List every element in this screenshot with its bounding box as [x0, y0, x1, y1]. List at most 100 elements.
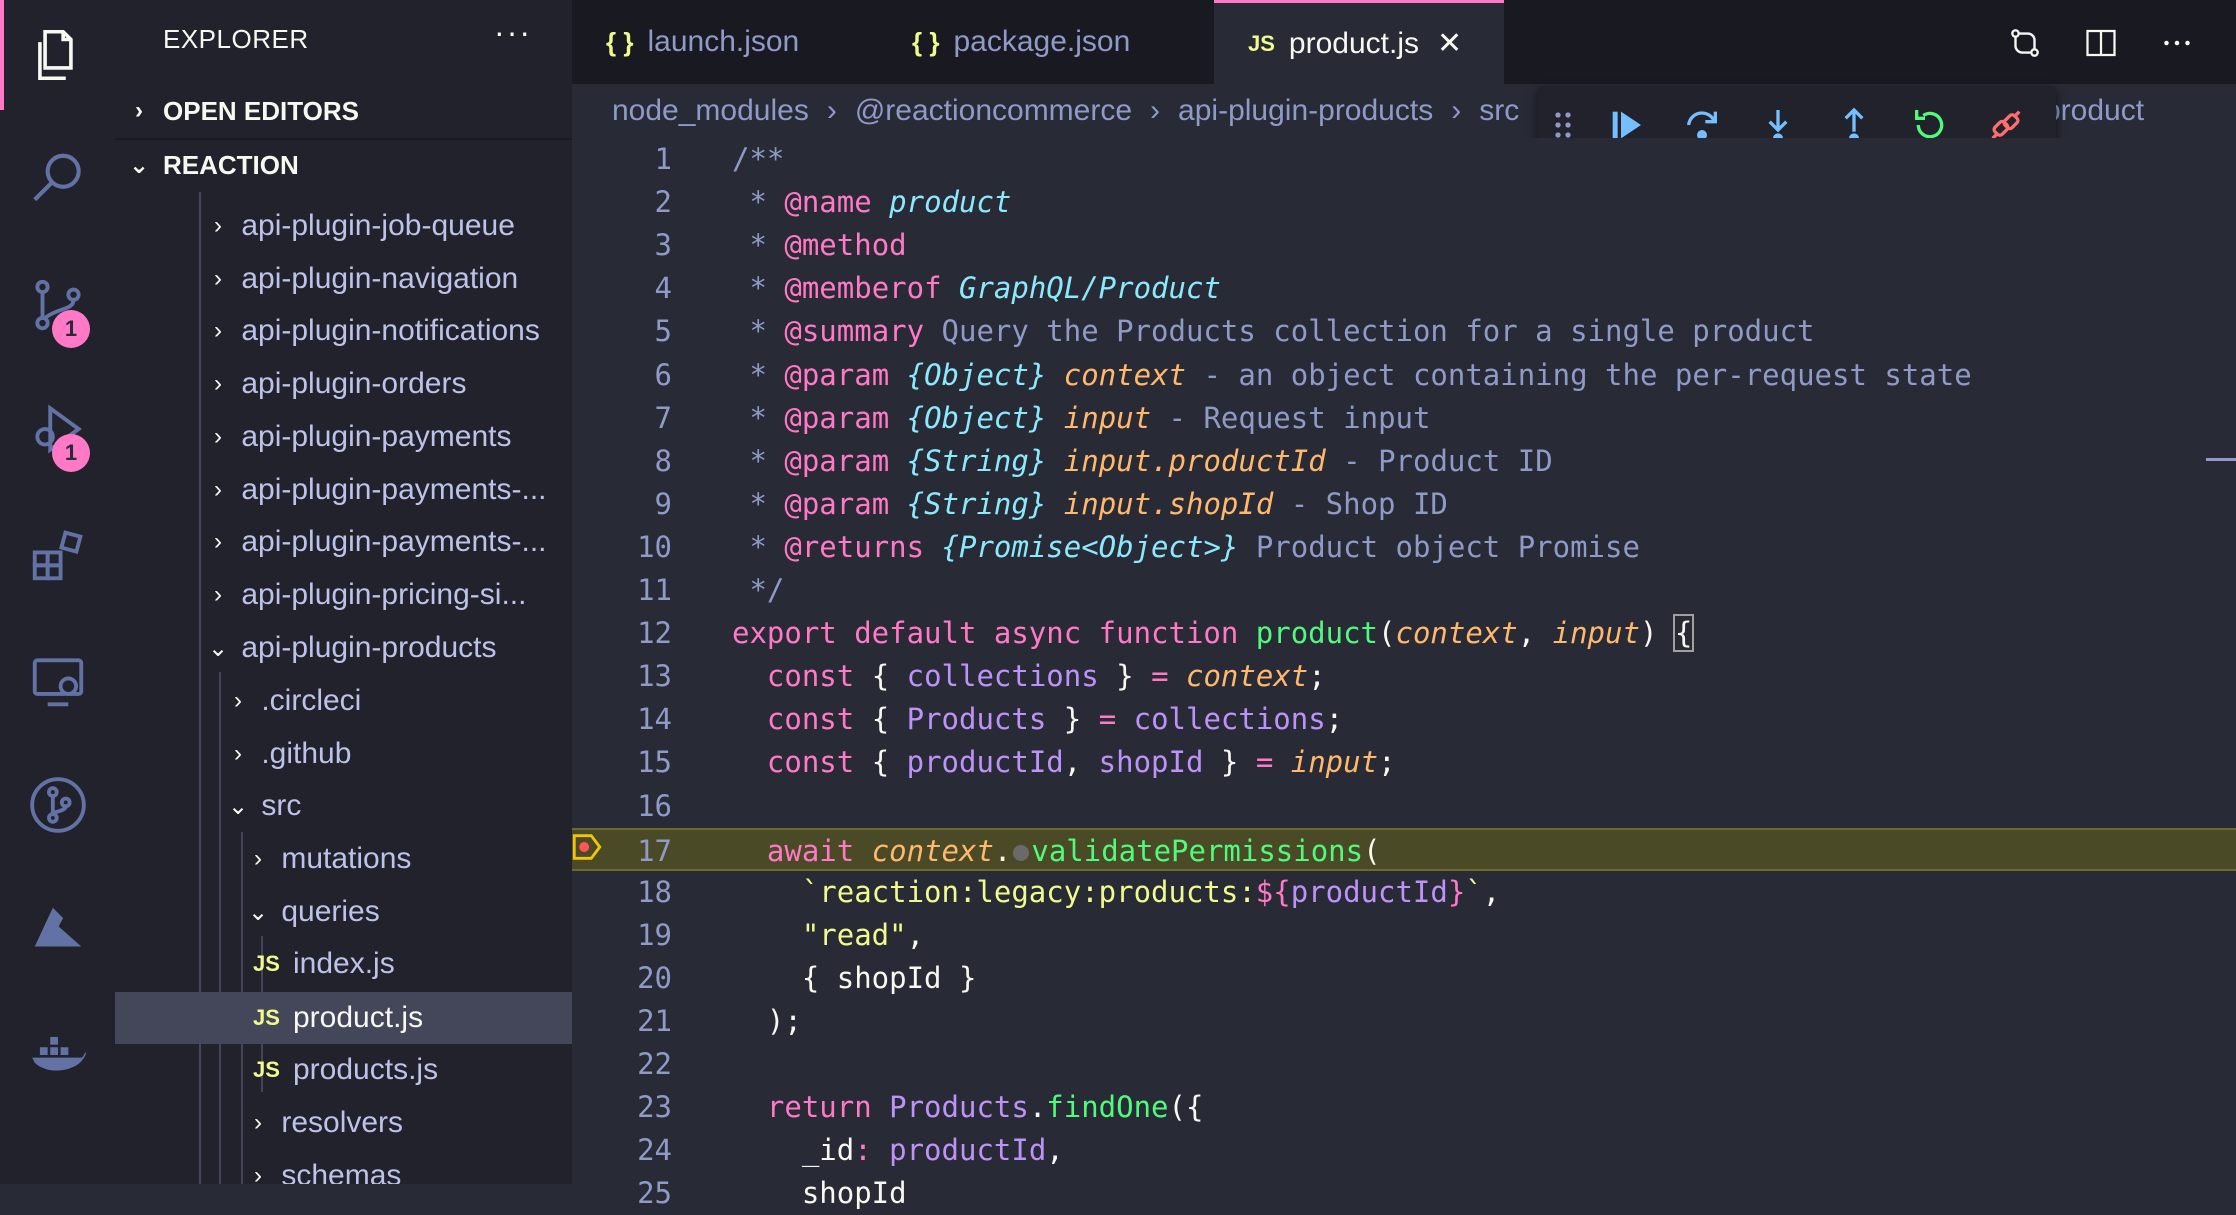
code-line[interactable]: 1 /**	[572, 138, 2236, 181]
tree-folder[interactable]: › api-plugin-pricing-si...	[115, 569, 572, 621]
tab-launch-json[interactable]: { } launch.json	[572, 0, 878, 84]
tree-folder[interactable]: › api-plugin-job-queue	[115, 200, 572, 252]
breadcrumb-item[interactable]: node_modules	[612, 94, 809, 128]
code-token: export default async function	[732, 616, 1256, 651]
chevron-right-icon: ›	[214, 528, 222, 555]
extensions-icon[interactable]	[0, 500, 115, 610]
tree-folder-open[interactable]: ⌄ queries	[115, 886, 572, 938]
code-line[interactable]: 8 * @param {String} input.productId - Pr…	[572, 440, 2236, 483]
code-line[interactable]: 25 shopId	[572, 1172, 2236, 1215]
azure-icon[interactable]	[0, 876, 115, 986]
code-token: {	[871, 659, 907, 694]
code-line[interactable]: 19 "read",	[572, 914, 2236, 957]
tree-file[interactable]: JS index.js	[115, 938, 572, 990]
code-line[interactable]: 9 * @param {String} input.shopId - Shop …	[572, 483, 2236, 526]
tree-folder[interactable]: › api-plugin-navigation	[115, 253, 572, 305]
line-number: 13	[637, 659, 672, 694]
source-control-icon[interactable]: 1	[0, 250, 115, 360]
code-line[interactable]: 14 const { Products } = collections;	[572, 698, 2236, 741]
chevron-right-icon: ›	[214, 212, 222, 239]
tree-folder-open[interactable]: ⌄ src	[115, 780, 572, 832]
code-line[interactable]: 21 );	[572, 1000, 2236, 1043]
code-line[interactable]: 10 * @returns {Promise<Object>} Product …	[572, 526, 2236, 569]
code-token: {String}	[906, 486, 1047, 521]
tab-product-js[interactable]: JS product.js ✕	[1214, 0, 1504, 84]
js-file-icon: JS	[253, 1057, 280, 1082]
code-token: input	[1063, 400, 1152, 435]
tab-package-json[interactable]: { } package.json	[878, 0, 1184, 84]
line-number: 15	[637, 745, 672, 780]
code-token: @param	[784, 443, 890, 478]
code-token: :	[854, 1133, 890, 1168]
code-line[interactable]: 5 * @summary Query the Products collecti…	[572, 310, 2236, 353]
code-line[interactable]: 11 */	[572, 569, 2236, 612]
open-changes-icon[interactable]	[2000, 18, 2050, 68]
close-icon[interactable]: ✕	[1437, 26, 1462, 61]
code-line[interactable]: 18 `reaction:legacy:products:${productId…	[572, 871, 2236, 914]
explorer-icon[interactable]	[0, 0, 115, 110]
breadcrumb-item[interactable]: product	[2044, 94, 2144, 128]
code-line[interactable]: 7 * @param {Object} input - Request inpu…	[572, 397, 2236, 440]
code-line[interactable]: 2 * @name product	[572, 181, 2236, 224]
more-actions-icon[interactable]: ···	[494, 14, 532, 51]
chevron-right-icon: ›	[254, 1162, 262, 1184]
git-graph-icon[interactable]	[0, 750, 115, 860]
search-icon[interactable]	[0, 124, 115, 234]
code-line[interactable]: 4 * @memberof GraphQL/Product	[572, 267, 2236, 310]
code-line-current[interactable]: 17 await context. validatePermissions(	[572, 827, 2236, 873]
tree-folder-open[interactable]: ⌄ api-plugin-products	[115, 622, 572, 674]
line-number: 3	[654, 228, 672, 263]
code-token: );	[732, 1004, 802, 1038]
code-line[interactable]: 20 { shopId }	[572, 957, 2236, 1000]
code-line[interactable]: 16	[572, 785, 2236, 828]
docker-icon[interactable]	[0, 1000, 115, 1110]
breadcrumb-item[interactable]: api-plugin-products	[1178, 94, 1433, 128]
tree-item-label: api-plugin-navigation	[241, 262, 519, 295]
tree-folder[interactable]: › api-plugin-notifications	[115, 305, 572, 357]
breadcrumb-separator: ›	[826, 94, 837, 127]
code-token: ,	[1517, 616, 1553, 651]
tree-folder[interactable]: › schemas	[115, 1150, 572, 1184]
code-token: - Shop ID	[1273, 486, 1448, 521]
code-line[interactable]: 12 export default async function product(…	[572, 612, 2236, 655]
breadcrumb-item[interactable]: @reactioncommerce	[855, 94, 1132, 128]
tree-folder[interactable]: › api-plugin-payments-...	[115, 516, 572, 568]
tree-folder[interactable]: › mutations	[115, 833, 572, 885]
tree-folder[interactable]: › api-plugin-orders	[115, 358, 572, 410]
line-number: 5	[654, 314, 672, 349]
tree-file-selected[interactable]: JS product.js	[115, 992, 572, 1044]
code-line[interactable]: 6 * @param {Object} context - an object …	[572, 354, 2236, 397]
editor-tabs: { } launch.json { } package.json JS prod…	[572, 0, 2236, 84]
code-line[interactable]: 13 const { collections } = context;	[572, 655, 2236, 698]
chevron-right-icon: ›	[214, 317, 222, 344]
tree-file[interactable]: JS products.js	[115, 1044, 572, 1096]
tree-folder[interactable]: › api-plugin-payments-...	[115, 464, 572, 516]
breadcrumb-item[interactable]: src	[1479, 94, 1519, 128]
code-line[interactable]: 23 return Products.findOne({	[572, 1086, 2236, 1129]
code-text: * @returns {Promise<Object>} Product obj…	[732, 526, 1639, 569]
more-actions-icon[interactable]	[2152, 18, 2202, 68]
code-line[interactable]: 3 * @method	[572, 224, 2236, 267]
tree-folder[interactable]: › api-plugin-payments	[115, 411, 572, 463]
remote-explorer-icon[interactable]	[0, 626, 115, 736]
run-debug-icon[interactable]: 1	[0, 374, 115, 484]
workspace-section[interactable]: ⌄ REACTION	[115, 138, 572, 192]
tree-folder[interactable]: › .circleci	[115, 675, 572, 727]
code-token: Query the Products collection for a sing…	[924, 314, 1815, 349]
code-editor[interactable]: 1/** 2 * @name product 3 * @method 4 * @mem…	[572, 138, 2236, 1210]
code-line[interactable]: 22	[572, 1043, 2236, 1086]
split-editor-icon[interactable]	[2076, 18, 2126, 68]
code-line[interactable]: 15 const { productId, shopId } = input;	[572, 741, 2236, 784]
inline-breakpoint-icon[interactable]	[1013, 844, 1030, 861]
tree-folder[interactable]: › resolvers	[115, 1097, 572, 1149]
tree-item-label: api-plugin-orders	[241, 367, 467, 400]
code-token: {	[1672, 614, 1695, 653]
open-editors-section[interactable]: › OPEN EDITORS	[115, 84, 572, 140]
tree-folder[interactable]: › .github	[115, 728, 572, 780]
chevron-right-icon: ›	[214, 423, 222, 450]
line-number: 19	[637, 917, 672, 952]
code-text: await context. validatePermissions(	[732, 830, 1381, 873]
code-line[interactable]: 24 _id: productId,	[572, 1129, 2236, 1172]
